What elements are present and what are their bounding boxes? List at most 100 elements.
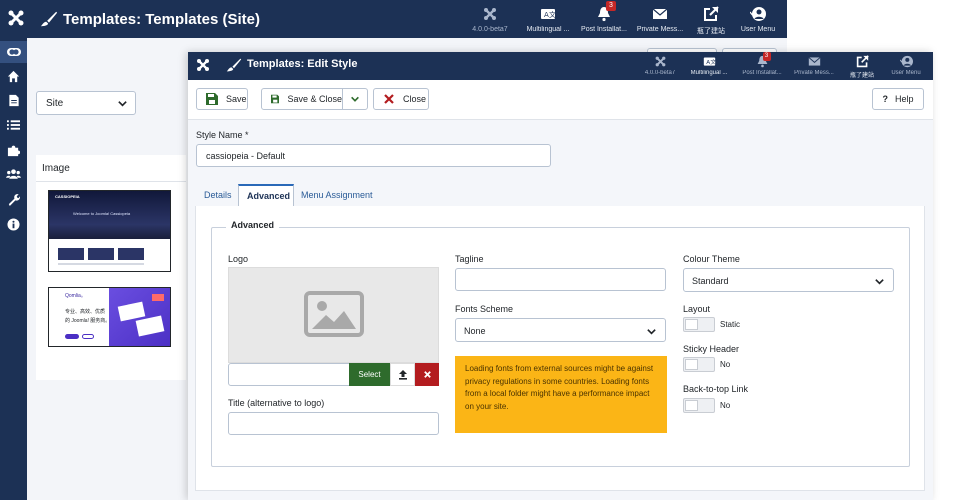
divider: [36, 181, 186, 182]
language-icon: A文: [541, 9, 556, 19]
save-button[interactable]: Save: [196, 88, 248, 110]
users-icon: [6, 169, 21, 179]
sticky-header-label: Sticky Header: [683, 344, 740, 354]
image-column-header: Image: [42, 163, 70, 174]
tab-details[interactable]: Details: [196, 184, 240, 207]
chevron-down-icon: [351, 96, 359, 102]
envelope-icon: [652, 8, 668, 19]
thumbnail-card-image: [58, 248, 84, 260]
template-thumbnail-qomlia[interactable]: Qomlia。 专业、高效、优质 的 Joomla! 服务商。: [48, 287, 171, 347]
joomla-logo-icon[interactable]: [195, 57, 211, 73]
style-name-input[interactable]: cassiopeia - Default: [196, 144, 551, 167]
joomla-icon: [484, 8, 496, 20]
site-filter-select[interactable]: Site: [36, 91, 136, 115]
toggle-icon: [6, 48, 21, 56]
title-alt-input[interactable]: [228, 412, 439, 435]
notification-badge: 3: [606, 1, 616, 11]
back-to-top-switch[interactable]: No: [683, 398, 730, 413]
user-icon: [899, 55, 913, 68]
header-post-installation[interactable]: 3 Post Installat...: [738, 52, 786, 76]
list-icon: [7, 120, 20, 130]
header-private-messages[interactable]: Private Mess...: [632, 6, 688, 33]
close-icon: [384, 94, 394, 104]
thumbnail-accent: [152, 294, 164, 301]
svg-text:文: 文: [710, 58, 716, 66]
layout-label: Layout: [683, 304, 711, 314]
image-column: Image CASSIOPEIA Welcome to Joomla! Cass…: [36, 155, 186, 380]
sidebar-item-system[interactable]: [0, 188, 27, 210]
joomla-logo-icon[interactable]: [6, 8, 26, 28]
save-icon: [206, 93, 218, 105]
language-icon: A文: [703, 57, 716, 66]
header-version[interactable]: 4.0.0-beta7: [462, 6, 518, 33]
logo-preview: [228, 267, 439, 363]
fieldset-legend: Advanced: [226, 220, 280, 230]
upload-icon: [398, 369, 407, 380]
tab-menu-assignment[interactable]: Menu Assignment: [293, 184, 381, 207]
layout-switch[interactable]: Static: [683, 317, 740, 332]
chevron-down-icon: [118, 101, 127, 107]
save-dropdown-toggle[interactable]: [342, 88, 368, 110]
header-multilingual[interactable]: A文 Multilingual ...: [520, 6, 576, 33]
tagline-label: Tagline: [455, 254, 484, 264]
save-close-button[interactable]: Save & Close: [261, 88, 343, 110]
sidebar-item-users[interactable]: [0, 163, 27, 185]
header-user-menu[interactable]: User Menu: [730, 6, 786, 33]
header-site-link[interactable]: 瓶了建站: [838, 55, 886, 79]
clear-logo-button[interactable]: [415, 363, 439, 386]
svg-text:文: 文: [549, 10, 556, 19]
sticky-header-switch[interactable]: No: [683, 357, 730, 372]
sidebar-item-menus[interactable]: [0, 114, 27, 136]
notification-badge: 3: [762, 52, 771, 61]
envelope-icon: [807, 57, 821, 66]
close-icon: [423, 371, 431, 378]
style-name-label: Style Name *: [196, 130, 249, 140]
colour-theme-select[interactable]: Standard: [683, 268, 894, 292]
switch-knob: [685, 359, 698, 370]
logo-path-input[interactable]: [228, 363, 350, 386]
header-multilingual[interactable]: A文 Multilingual ...: [685, 55, 733, 76]
chevron-down-icon: [647, 329, 656, 335]
select-logo-button[interactable]: Select: [349, 363, 390, 386]
toolbar: Save Save & Close Close ? Help: [188, 80, 933, 120]
sidebar-item-home[interactable]: [0, 65, 27, 87]
sidebar-item-help[interactable]: [0, 213, 27, 235]
help-button[interactable]: ? Help: [872, 88, 924, 110]
fonts-scheme-select[interactable]: None: [455, 318, 666, 342]
dialog-header: Templates: Edit Style 4.0.0-beta7 A文 Mul…: [188, 52, 933, 80]
paintbrush-icon: [226, 58, 242, 72]
fonts-scheme-label: Fonts Scheme: [455, 304, 514, 314]
thumbnail-card-image: [118, 248, 144, 260]
wrench-icon: [8, 193, 20, 206]
sidebar-item-content[interactable]: [0, 89, 27, 111]
header-user-menu[interactable]: User Menu: [882, 55, 930, 76]
toggle-switch[interactable]: [683, 317, 715, 332]
external-link-icon: [856, 55, 869, 68]
background-header: Templates: Templates (Site) 4.0.0-beta7 …: [0, 0, 787, 38]
sidebar-toggle[interactable]: [0, 41, 27, 63]
toggle-switch[interactable]: [683, 357, 715, 372]
external-link-icon: [704, 6, 719, 21]
paintbrush-icon: [40, 11, 58, 27]
save-icon: [271, 94, 280, 104]
switch-knob: [685, 400, 698, 411]
header-version[interactable]: 4.0.0-beta7: [636, 55, 684, 76]
template-thumbnail-cassiopeia[interactable]: CASSIOPEIA Welcome to Joomla! Cassiopeia: [48, 190, 171, 272]
thumbnail-button: [65, 334, 79, 339]
tab-advanced[interactable]: Advanced: [238, 184, 294, 208]
admin-sidebar: [0, 38, 27, 500]
close-button[interactable]: Close: [373, 88, 429, 110]
sidebar-item-components[interactable]: [0, 139, 27, 161]
toggle-switch[interactable]: [683, 398, 715, 413]
header-post-installation[interactable]: 3 Post Installat...: [576, 1, 632, 33]
header-private-messages[interactable]: Private Mess...: [790, 55, 838, 76]
advanced-tab-panel: Advanced Logo Select Title (alternative …: [195, 206, 925, 491]
edit-style-window: Templates: Edit Style 4.0.0-beta7 A文 Mul…: [188, 52, 933, 500]
thumbnail-card-image: [88, 248, 114, 260]
upload-logo-button[interactable]: [390, 363, 415, 386]
tagline-input[interactable]: [455, 268, 666, 291]
switch-knob: [685, 319, 698, 330]
chevron-down-icon: [875, 279, 884, 285]
thumbnail-button: [82, 334, 94, 339]
back-to-top-label: Back-to-top Link: [683, 384, 749, 394]
